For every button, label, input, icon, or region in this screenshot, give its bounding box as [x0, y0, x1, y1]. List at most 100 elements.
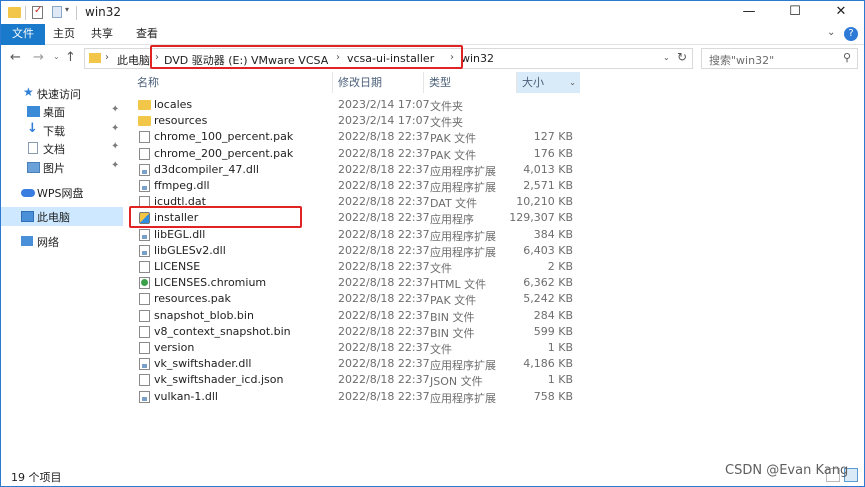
properties-icon[interactable] [32, 5, 43, 19]
file-icon [139, 309, 150, 322]
file-date: 2022/8/18 22:37 [338, 179, 430, 192]
column-header-size[interactable]: 大小 ⌄ [517, 72, 580, 93]
item-count: 19 个项目 [11, 471, 62, 484]
search-input[interactable]: 搜索"win32" ⚲ [701, 48, 858, 69]
pin-icon[interactable]: ✦ [111, 123, 119, 134]
computer-icon [21, 211, 34, 222]
folder-icon [138, 116, 151, 127]
file-name: vulkan-1.dll [154, 389, 218, 403]
file-row-d3dcompiler-47-dll[interactable]: d3dcompiler_47.dll 2022/8/18 22:37 应用程序扩展 4… [134, 162, 594, 178]
recent-locations-icon[interactable]: ⌄ [53, 52, 60, 61]
search-icon[interactable]: ⚲ [843, 51, 851, 64]
file-size: 1 KB [547, 341, 573, 354]
tab-share[interactable]: 共享 [83, 24, 121, 45]
file-type: BIN 文件 [430, 326, 475, 340]
forward-button[interactable]: → [33, 50, 44, 65]
file-size: 6,403 KB [523, 243, 573, 257]
expand-ribbon-icon[interactable]: ⌄ [827, 27, 835, 38]
file-row-license[interactable]: LICENSE 2022/8/18 22:37 文件 2 KB [134, 259, 594, 275]
file-type: 文件 [430, 343, 452, 356]
file-row-resources[interactable]: resources 2023/2/14 17:07 文件夹 [134, 113, 594, 129]
sidebar-item-label: WPS网盘 [37, 187, 84, 200]
breadcrumb-this-pc[interactable]: 此电脑 [117, 52, 150, 68]
folder-icon [89, 53, 101, 63]
file-row-ffmpeg-dll[interactable]: ffmpeg.dll 2022/8/18 22:37 应用程序扩展 2,571 KB [134, 178, 594, 194]
address-history-dropdown[interactable]: ⌄ [663, 53, 670, 62]
sidebar-item-network[interactable]: 网络 [1, 232, 123, 251]
file-row-resources-pak[interactable]: resources.pak 2022/8/18 22:37 PAK 文件 5,242 … [134, 291, 594, 307]
file-size: 129,307 KB [509, 211, 573, 225]
file-row-chrome-200-percent-pak[interactable]: chrome_200_percent.pak 2022/8/18 22:37 PAK… [134, 146, 594, 162]
file-row-snapshot-blob-bin[interactable]: snapshot_blob.bin 2022/8/18 22:37 BIN 文件 28… [134, 308, 594, 324]
dll-icon [139, 390, 150, 403]
tab-file[interactable]: 文件 [1, 24, 45, 45]
file-size: 599 KB [533, 324, 573, 338]
file-type: BIN 文件 [430, 310, 475, 324]
file-row-locales[interactable]: locales 2023/2/14 17:07 文件夹 [134, 97, 594, 113]
file-row-vulkan-1-dll[interactable]: vulkan-1.dll 2022/8/18 22:37 应用程序扩展 758 KB [134, 389, 594, 405]
file-size: 284 KB [533, 308, 573, 322]
sidebar-item-downloads[interactable]: ↓ 下载 ✦ [1, 121, 123, 140]
breadcrumb-separator[interactable]: › [105, 52, 109, 63]
column-header-date[interactable]: 修改日期 [333, 72, 423, 93]
up-button[interactable]: ↑ [65, 50, 76, 65]
pin-icon[interactable]: ✦ [111, 141, 119, 152]
file-icon [139, 293, 150, 306]
sidebar-item-label: 下载 [43, 125, 65, 138]
column-header-type[interactable]: 类型 [424, 72, 516, 93]
minimize-button[interactable]: — [726, 1, 772, 24]
sidebar-item-quick-access[interactable]: ★ 快速访问 [1, 84, 123, 103]
file-date: 2022/8/18 22:37 [338, 195, 430, 209]
file-name: libGLESv2.dll [154, 243, 226, 257]
maximize-button[interactable]: ☐ [772, 1, 818, 24]
pin-icon[interactable]: ✦ [111, 160, 119, 171]
sidebar-item-wps-drive[interactable]: WPS网盘 [1, 183, 123, 202]
back-button[interactable]: ← [10, 50, 21, 65]
file-row-vk-swiftshader-dll[interactable]: vk_swiftshader.dll 2022/8/18 22:37 应用程序扩展 4… [134, 356, 594, 372]
sidebar-item-pictures[interactable]: 图片 ✦ [1, 158, 123, 177]
tab-home[interactable]: 主页 [45, 24, 83, 45]
tab-view[interactable]: 查看 [127, 24, 167, 45]
explorer-window: ▾ win32 — ☐ ✕ 文件 主页 共享 查看 ⌄ ? ← → ⌄ ↑ › … [0, 0, 865, 487]
refresh-icon[interactable]: ↻ [677, 50, 687, 64]
sidebar-item-this-pc[interactable]: 此电脑 [1, 207, 123, 226]
file-size: 4,186 KB [523, 357, 573, 371]
sidebar-item-label: 桌面 [43, 106, 65, 119]
breadcrumb-win32[interactable]: win32 [461, 52, 494, 65]
file-type: 应用程序扩展 [430, 245, 496, 259]
folder-icon[interactable] [8, 7, 21, 18]
file-size: 4,013 KB [523, 162, 573, 176]
file-type: PAK 文件 [430, 132, 477, 146]
file-type: 应用程序扩展 [430, 229, 496, 243]
file-date: 2022/8/18 22:37 [338, 146, 430, 160]
pin-icon[interactable]: ✦ [111, 104, 119, 115]
file-row-libegl-dll[interactable]: libEGL.dll 2022/8/18 22:37 应用程序扩展 384 KB [134, 227, 594, 243]
network-icon [21, 236, 33, 246]
file-icon [139, 325, 150, 338]
toolbar-divider [76, 6, 77, 20]
file-row-licenses-chromium[interactable]: LICENSES.chromium 2022/8/18 22:37 HTML 文件 6… [134, 275, 594, 291]
close-button[interactable]: ✕ [818, 1, 864, 24]
ribbon-tabs: 文件 主页 共享 查看 ⌄ ? [1, 24, 864, 45]
file-icon [139, 147, 150, 160]
file-row-v8-context-snapshot-bin[interactable]: v8_context_snapshot.bin 2022/8/18 22:37 BI… [134, 324, 594, 340]
annotation-highlight-installer [129, 206, 302, 228]
file-date: 2022/8/18 22:37 [338, 341, 430, 354]
sidebar-item-desktop[interactable]: 桌面 ✦ [1, 102, 123, 121]
column-header-name[interactable]: 名称 [132, 72, 332, 93]
file-row-chrome-100-percent-pak[interactable]: chrome_100_percent.pak 2022/8/18 22:37 PAK… [134, 129, 594, 145]
file-name: resources.pak [154, 292, 231, 306]
file-type: 应用程序扩展 [430, 181, 496, 194]
help-icon[interactable]: ? [844, 27, 858, 41]
file-row-version[interactable]: version 2022/8/18 22:37 文件 1 KB [134, 340, 594, 356]
file-row-libglesv2-dll[interactable]: libGLESv2.dll 2022/8/18 22:37 应用程序扩展 6,403 … [134, 243, 594, 259]
pictures-icon [27, 162, 40, 173]
file-name: chrome_100_percent.pak [154, 130, 294, 144]
customize-dropdown-icon[interactable]: ▾ [65, 5, 69, 14]
sort-dropdown-icon[interactable]: ⌄ [569, 72, 576, 93]
file-row-vk-swiftshader-icd-json[interactable]: vk_swiftshader_icd.json 2022/8/18 22:37 JS… [134, 372, 594, 388]
sidebar-item-documents[interactable]: 文档 ✦ [1, 139, 123, 158]
search-placeholder: 搜索"win32" [709, 54, 775, 67]
title-bar: ▾ win32 — ☐ ✕ [1, 1, 864, 24]
new-folder-icon[interactable] [52, 6, 62, 18]
